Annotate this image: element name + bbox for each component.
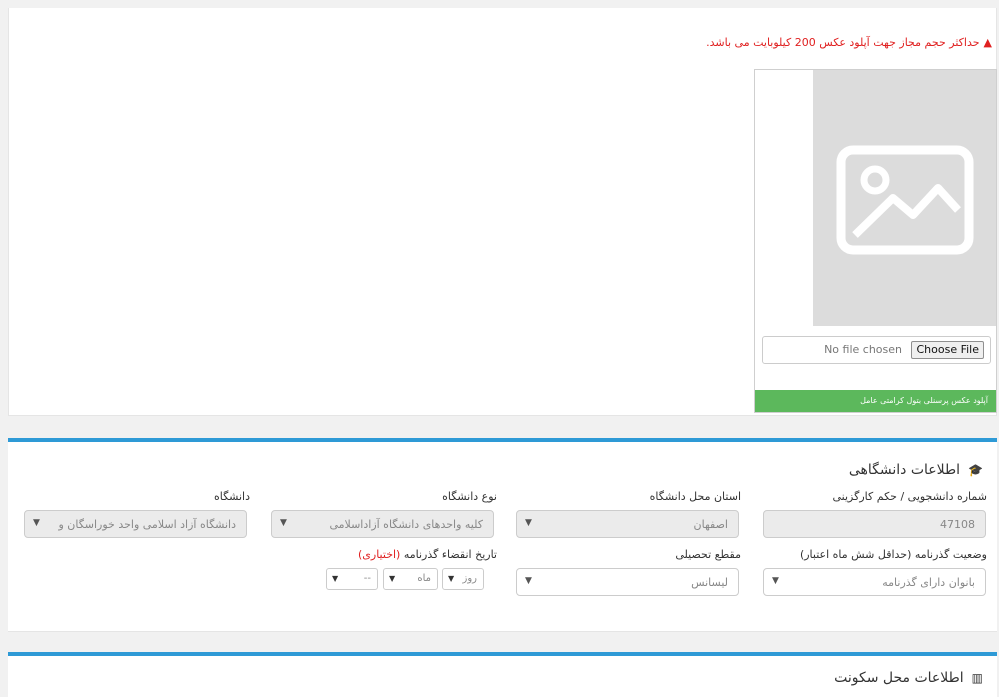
dropdown-arrow-icon: ▼ bbox=[525, 518, 532, 528]
degree-label: مقطع تحصیلی bbox=[675, 548, 741, 561]
province-select[interactable]: اصفهان ▼ bbox=[516, 510, 739, 538]
warning-text: حداکثر حجم مجاز جهت آپلود عکس 200 کیلوبا… bbox=[706, 36, 980, 49]
expiry-day-select[interactable]: روز ▼ bbox=[442, 568, 484, 590]
student-number-label: شماره دانشجویی / حکم کارگزینی bbox=[832, 490, 988, 503]
section-title-university: 🎓 اطلاعات دانشگاهی bbox=[849, 462, 983, 478]
expiry-year-select[interactable]: -- ▼ bbox=[326, 568, 378, 590]
photo-upload-box: No file chosen Choose File آپلود عکس پرس… bbox=[754, 69, 997, 413]
residence-info-panel: ▥ اطلاعات محل سکونت bbox=[8, 652, 997, 697]
choose-file-button[interactable]: Choose File bbox=[911, 341, 984, 359]
file-status-text: No file chosen bbox=[824, 343, 902, 356]
university-type-label: نوع دانشگاه bbox=[442, 490, 497, 503]
university-type-select[interactable]: کلیه واحدهای دانشگاه آزاداسلامی ▼ bbox=[271, 510, 494, 538]
dropdown-arrow-icon: ▼ bbox=[448, 574, 455, 583]
passport-expiry-label: تاریخ انقضاء گذرنامه (اختیاری) bbox=[358, 548, 497, 561]
passport-status-select[interactable]: بانوان دارای گذرنامه ▼ bbox=[763, 568, 986, 596]
dropdown-arrow-icon: ▼ bbox=[280, 518, 287, 528]
university-label: دانشگاه bbox=[213, 490, 250, 503]
file-input[interactable]: No file chosen Choose File bbox=[762, 336, 991, 364]
university-select[interactable]: دانشگاه آزاد اسلامی واحد خوراسگان و ▼ bbox=[24, 510, 247, 538]
university-value: دانشگاه آزاد اسلامی واحد خوراسگان و bbox=[58, 518, 236, 531]
province-label: استان محل دانشگاه bbox=[649, 490, 741, 503]
dropdown-arrow-icon: ▼ bbox=[332, 574, 339, 583]
student-number-value: 47108 bbox=[940, 518, 975, 531]
expiry-month-select[interactable]: ماه ▼ bbox=[383, 568, 438, 590]
upload-size-warning: ▲حداکثر حجم مجاز جهت آپلود عکس 200 کیلوب… bbox=[706, 36, 992, 49]
dropdown-arrow-icon: ▼ bbox=[33, 518, 40, 528]
upload-caption-bar: آپلود عکس پرسنلی بتول کرامتی عامل bbox=[755, 390, 996, 412]
degree-value: لیسانس bbox=[691, 576, 728, 589]
passport-status-value: بانوان دارای گذرنامه bbox=[882, 576, 975, 589]
warning-icon: ▲ bbox=[983, 36, 992, 49]
expiry-month-value: ماه bbox=[417, 573, 431, 584]
optional-tag: (اختیاری) bbox=[357, 548, 401, 561]
student-number-field[interactable]: 47108 bbox=[763, 510, 986, 538]
degree-select[interactable]: لیسانس ▼ bbox=[516, 568, 739, 596]
image-placeholder-icon bbox=[836, 145, 974, 255]
section-title-text: اطلاعات محل سکونت bbox=[834, 670, 964, 686]
university-type-value: کلیه واحدهای دانشگاه آزاداسلامی bbox=[329, 518, 483, 531]
dropdown-arrow-icon: ▼ bbox=[389, 574, 396, 583]
dropdown-arrow-icon: ▼ bbox=[772, 576, 779, 586]
passport-expiry-label-text: تاریخ انقضاء گذرنامه bbox=[403, 548, 497, 561]
expiry-year-value: -- bbox=[363, 573, 371, 584]
map-icon: ▥ bbox=[971, 671, 983, 685]
upload-panel: ▲حداکثر حجم مجاز جهت آپلود عکس 200 کیلوب… bbox=[8, 8, 997, 416]
photo-preview bbox=[813, 70, 996, 326]
expiry-day-value: روز bbox=[462, 573, 478, 584]
passport-status-label: وضعیت گذرنامه (حداقل شش ماه اعتبار) bbox=[799, 548, 987, 561]
section-title-text: اطلاعات دانشگاهی bbox=[848, 462, 961, 478]
dropdown-arrow-icon: ▼ bbox=[525, 576, 532, 586]
province-value: اصفهان bbox=[693, 518, 728, 531]
section-title-residence: ▥ اطلاعات محل سکونت bbox=[834, 670, 983, 686]
university-info-panel: 🎓 اطلاعات دانشگاهی شماره دانشجویی / حکم ک… bbox=[8, 438, 997, 632]
graduation-cap-icon: 🎓 bbox=[968, 463, 983, 477]
